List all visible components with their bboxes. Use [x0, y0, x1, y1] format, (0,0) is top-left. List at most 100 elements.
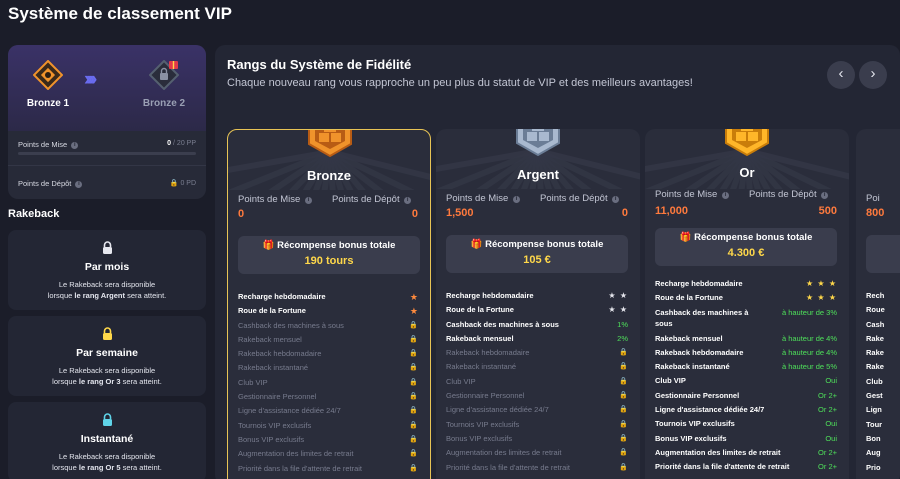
lock-icon: 🔒	[409, 435, 418, 443]
info-icon: i	[75, 181, 83, 188]
wager-points-value: 11,000	[655, 205, 689, 217]
bronze-rank-icon	[308, 130, 352, 158]
rakeback-card-line2: lorsque le rang Argent sera atteint.	[47, 291, 167, 300]
perk-name: Rakeback hebdomadaire	[655, 347, 744, 357]
bronze-rank-icon	[33, 60, 63, 90]
perk-row: Rakeback mensuel à hauteur de 4%	[655, 332, 837, 346]
perk-value: à hauteur de 4%	[781, 333, 837, 343]
tier-card-or[interactable]: Or Points de Mise i Points de Dépôt i 11,00…	[645, 129, 849, 479]
perk-name: Prio	[866, 462, 881, 472]
bonus-reward-box: 🎁 Récompense bonus totale 105 €	[446, 235, 628, 273]
rakeback-card-line2: lorsque le rang Or 3 sera atteint.	[52, 377, 162, 386]
rakeback-card-line2: lorsque le rang Or 5 sera atteint.	[52, 463, 162, 472]
perk-name: Ligne d'assistance dédiée 24/7	[446, 405, 549, 415]
lock-icon: 🔒	[619, 434, 628, 442]
wager-points-label: Points de Mise i	[18, 140, 79, 149]
bonus-reward-value: 105 €	[523, 254, 551, 266]
perk-row: Bon	[856, 432, 900, 446]
lock-icon	[8, 327, 206, 343]
info-icon: i	[612, 196, 620, 203]
perk-name: Roue	[866, 305, 885, 315]
rakeback-heading: Rakeback	[8, 208, 60, 220]
perk-value: Oui	[825, 433, 837, 443]
lock-icon: 🔒	[409, 450, 418, 458]
perk-row: Rakeback instantané 🔒	[238, 361, 418, 375]
perk-name: Club VIP	[446, 376, 476, 386]
tier-card-partial[interactable]: Poi 800 Rech Roue Cash Rake Rake Rake Club Gest Li…	[856, 129, 900, 479]
lock-icon: 🔒	[409, 335, 418, 343]
info-icon: i	[821, 192, 829, 199]
bonus-reward-label: 🎁 Récompense bonus totale	[679, 232, 813, 243]
lock-icon: 🔒	[619, 392, 628, 400]
rakeback-card-line1: Le Rakeback sera disponible	[58, 366, 156, 375]
rakeback-card-title: Instantané	[80, 433, 134, 445]
perk-row: Gestionnaire Personnel 🔒	[238, 390, 418, 404]
argent-rank-icon	[516, 129, 560, 157]
perk-name: Tournois VIP exclusifs	[655, 419, 735, 429]
perk-value: Or 2+	[818, 390, 837, 400]
perk-row: Rakeback hebdomadaire à hauteur de 4%	[655, 346, 837, 360]
bonus-reward-value: 4.300 €	[727, 247, 765, 259]
rakeback-card-line1: Le Rakeback sera disponible	[58, 452, 156, 461]
perk-value: Or 2+	[818, 405, 837, 415]
rakeback-card: Par mois Le Rakeback sera disponible lorsq…	[8, 230, 206, 310]
star-icon: ★	[409, 306, 418, 317]
perk-row: Recharge hebdomadaire ★ ★	[446, 289, 628, 303]
perk-row: Cashback des machines à sous 1%	[446, 318, 628, 332]
perk-name: Priorité dans la file d'attente de retra…	[655, 462, 790, 472]
deposit-points-row: Points de Dépôt i 🔒 0 PD	[8, 165, 206, 199]
wager-points-value: 800	[866, 207, 885, 219]
perk-row: Rech	[856, 289, 900, 303]
tier-name: Argent	[517, 167, 559, 182]
perk-name: Cashback des machines à sous	[655, 307, 749, 328]
perk-value: Oui	[825, 419, 837, 429]
perk-name: Roue de la Fortune	[655, 293, 723, 303]
perk-row: Prio	[856, 461, 900, 475]
perk-row: Roue de la Fortune ★ ★	[446, 303, 628, 317]
deposit-points-label: Points de Dépôt i	[749, 189, 829, 200]
perk-name: Gest	[866, 391, 883, 401]
perk-name: Bonus VIP exclusifs	[238, 434, 305, 444]
panel-title: Rangs du Système de Fidélité	[227, 57, 412, 72]
perk-name: Gestionnaire Personnel	[655, 390, 740, 400]
tier-card-bronze[interactable]: Bronze Points de Mise i Points de Dépôt i 0…	[227, 129, 431, 479]
perk-row: Club VIP Oui	[655, 374, 837, 388]
perk-row: Bonus VIP exclusifs Oui	[655, 432, 837, 446]
perk-name: Lign	[866, 405, 882, 415]
wager-points-label: Points de Mise i	[446, 193, 520, 204]
perk-name: Augmentation des limites de retrait	[238, 449, 354, 459]
perk-name: Rakeback instantané	[655, 362, 730, 372]
perk-name: Tournois VIP exclusifs	[238, 420, 312, 430]
perk-name: Cashback des machines à sous	[238, 320, 344, 330]
perk-name: Recharge hebdomadaire	[655, 279, 743, 288]
info-icon: i	[71, 142, 79, 149]
perk-name: Ligne d'assistance dédiée 24/7	[655, 405, 765, 415]
lock-icon: 🔒	[409, 464, 418, 472]
lock-icon: 🔒	[409, 364, 418, 372]
tier-name: Bronze	[306, 168, 352, 183]
perks-list: Recharge hebdomadaire ★ Roue de la Fortu…	[238, 290, 418, 476]
lock-icon: 🔒	[409, 378, 418, 386]
perk-value: 2%	[617, 333, 628, 343]
lock-icon: 🔒	[619, 406, 628, 414]
perk-name: Cash	[866, 319, 885, 329]
perk-row: Roue de la Fortune ★	[238, 304, 418, 318]
perk-value: Or 2+	[818, 462, 837, 472]
perk-row: Priorité dans la file d'attente de retra…	[655, 460, 837, 474]
perk-row: Aug	[856, 446, 900, 460]
perk-name: Recharge hebdomadaire	[238, 292, 326, 301]
perk-row: Cashback des machines à sous à hauteur d…	[655, 306, 837, 332]
perk-name: Rakeback hebdomadaire	[446, 348, 530, 358]
perk-row: Bonus VIP exclusifs 🔒	[446, 432, 628, 446]
perk-name: Rech	[866, 291, 885, 300]
lock-icon: 🔒	[409, 393, 418, 401]
perks-list: Recharge hebdomadaire ★ ★ ★ Roue de la F…	[655, 277, 837, 475]
gift-icon: 🎁	[470, 239, 483, 250]
next-rank-button[interactable]: ›	[859, 61, 887, 89]
perk-name: Priorité dans la file d'attente de retra…	[446, 462, 570, 472]
lock-icon: 🔒	[619, 349, 628, 357]
previous-rank-button[interactable]: ‹	[827, 61, 855, 89]
rakeback-card: Par semaine Le Rakeback sera disponible lo…	[8, 316, 206, 396]
bonus-reward-box	[866, 235, 900, 273]
tier-card-argent[interactable]: Argent Points de Mise i Points de Dépôt i 1…	[436, 129, 640, 479]
